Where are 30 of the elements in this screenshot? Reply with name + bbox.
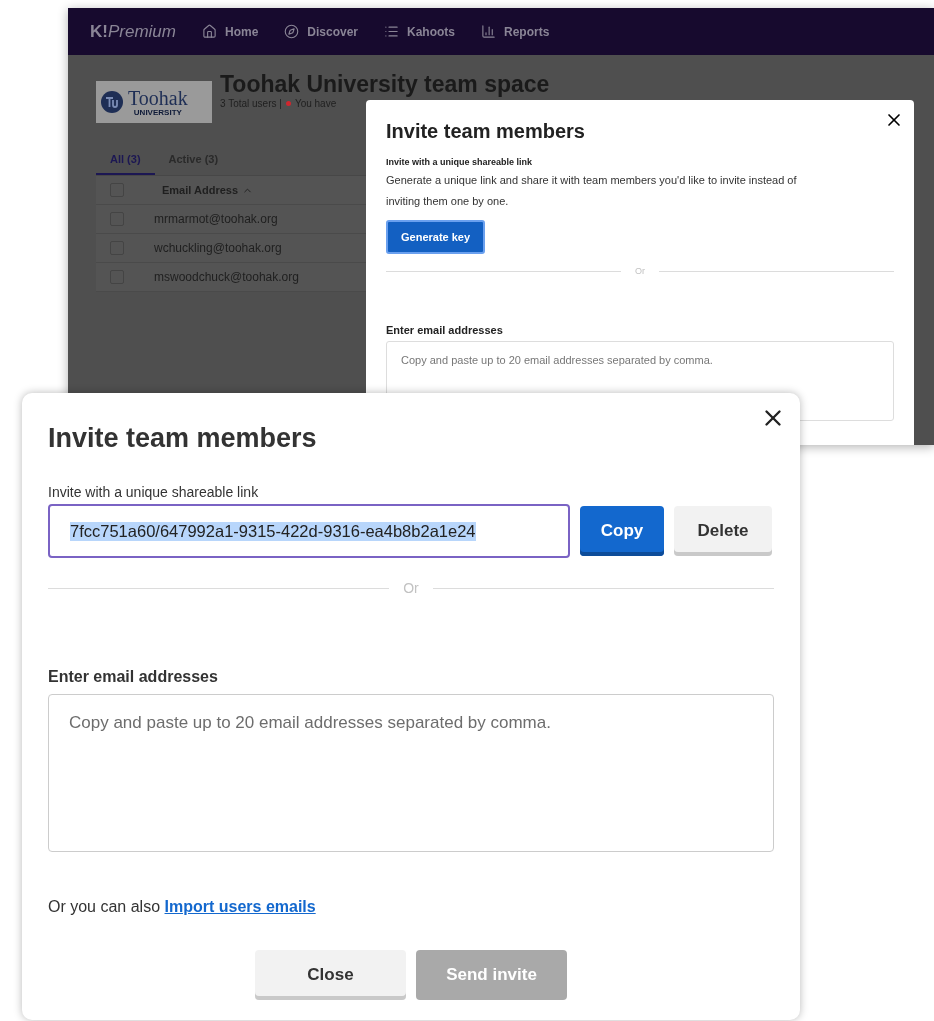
copy-button[interactable]: Copy [580, 506, 664, 556]
delete-button[interactable]: Delete [674, 506, 772, 556]
logo-subtitle: UNIVERSITY [133, 107, 182, 117]
import-link[interactable]: Import users emails [164, 898, 316, 915]
logo-name: Toohak [128, 87, 188, 108]
status-dot [285, 101, 291, 106]
divider-label: Or [403, 580, 419, 596]
email-input-field[interactable]: Copy and paste up to 20 email addresses separated by comma. [48, 694, 774, 852]
compass-icon [284, 24, 300, 39]
bar-chart-icon [481, 24, 496, 39]
field-label: Invite with a unique shareable link [48, 484, 260, 500]
seal-icon [100, 90, 124, 114]
nav-item[interactable]: Kahoots [384, 24, 455, 39]
list-icon [384, 24, 399, 39]
generate-key-button[interactable]: Generate key [386, 220, 486, 254]
nav-item[interactable]: Discover [284, 24, 358, 39]
brand-mark: K! [90, 21, 108, 42]
section-heading: Invite with a unique shareable link [386, 157, 534, 167]
import-text: Or you can also Import users emails [48, 898, 317, 916]
nav-item[interactable]: Reports [481, 24, 550, 39]
field-label: Enter email addresses [48, 668, 219, 686]
link-field[interactable]: 7fcc751a60/647992a1-9315-422d-9316-ea4b8b2a1e24 [48, 504, 570, 558]
field-label: Enter email addresses [386, 324, 504, 336]
dialog-title: Invite team members [48, 423, 318, 454]
section-description: Generate a unique link and share it with team members you'd like to invite instead of inviting them one by one. [386, 173, 798, 209]
house-icon [201, 24, 217, 39]
close-dialog-button[interactable]: Close [255, 950, 406, 1000]
brand-name: Premium [107, 21, 176, 42]
modal-title: Invite team members [386, 120, 586, 143]
nav-item[interactable]: Home [201, 24, 259, 39]
